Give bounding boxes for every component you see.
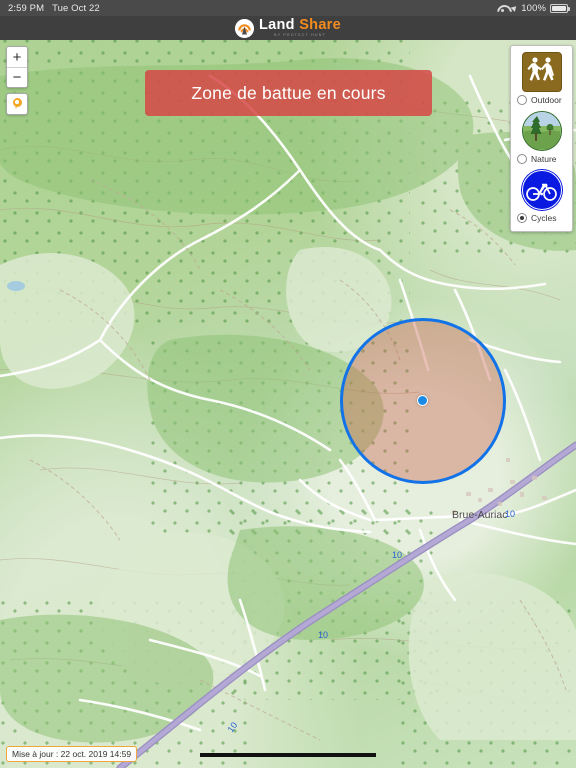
map-controls: + − xyxy=(6,46,28,115)
hunting-zone-alert-banner[interactable]: Zone de battue en cours xyxy=(145,70,432,116)
brand-tagline: BY PROTECT HUNT xyxy=(274,33,326,38)
zoom-in-button[interactable]: + xyxy=(7,47,27,67)
brand-word-share: Share xyxy=(299,17,341,34)
locate-me-button[interactable] xyxy=(6,93,28,115)
radio-nature[interactable] xyxy=(517,154,527,164)
radio-outdoor[interactable] xyxy=(517,95,527,105)
map-place-label: Brue-Auriac xyxy=(452,509,507,521)
road-shield-label: 10 xyxy=(505,509,515,519)
app-header: Land Share BY PROTECT HUNT xyxy=(0,16,576,40)
map-layer-panel: Outdoor Nature Cycles xyxy=(510,45,573,232)
hikers-sign-icon[interactable] xyxy=(521,52,562,92)
road-shield-label: 10 xyxy=(225,720,239,734)
layer-radio-row-cycles[interactable]: Cycles xyxy=(515,213,568,223)
layer-label-cycles: Cycles xyxy=(531,213,557,223)
road-shield-label: 10 xyxy=(318,630,328,640)
land-share-logo-icon xyxy=(235,18,254,38)
layer-radio-row-outdoor[interactable]: Outdoor xyxy=(515,95,568,105)
layer-option-nature[interactable]: Nature xyxy=(515,111,568,164)
brand-title: Land Share xyxy=(259,18,341,33)
brand: Land Share BY PROTECT HUNT xyxy=(235,18,341,38)
layer-label-outdoor: Outdoor xyxy=(531,95,562,105)
layer-option-cycles[interactable]: Cycles xyxy=(515,170,568,223)
alert-banner-text: Zone de battue en cours xyxy=(191,82,386,103)
bicycle-sign-icon[interactable] xyxy=(521,170,562,210)
layer-option-outdoor[interactable]: Outdoor xyxy=(515,52,568,105)
zoom-control-group: + − xyxy=(6,46,28,88)
layer-label-nature: Nature xyxy=(531,154,557,164)
road-shield-label: 10 xyxy=(392,550,402,560)
wifi-icon xyxy=(497,4,508,13)
status-time: 2:59 PM xyxy=(8,2,45,14)
status-bar-right: 100% xyxy=(497,2,570,14)
map-pin-icon xyxy=(12,97,22,111)
brand-text: Land Share BY PROTECT HUNT xyxy=(259,18,341,38)
battery-full-icon xyxy=(550,3,570,13)
map-canvas[interactable]: Brue-Auriac 10 10 10 10 + − Zone de batt… xyxy=(0,40,576,768)
last-update-badge: Mise à jour : 22 oct. 2019 14:59 xyxy=(6,746,138,762)
map-scale-bar xyxy=(200,753,376,757)
status-bar-left: 2:59 PM Tue Oct 22 xyxy=(8,3,100,14)
brand-word-land: Land xyxy=(259,17,295,34)
ios-status-bar: 2:59 PM Tue Oct 22 100% xyxy=(0,0,576,16)
zoom-out-button[interactable]: − xyxy=(7,67,27,87)
layer-radio-row-nature[interactable]: Nature xyxy=(515,154,568,164)
user-location-dot xyxy=(417,395,428,406)
battery-percent: 100% xyxy=(521,2,546,14)
location-arrow-icon xyxy=(510,4,519,12)
app-root: 2:59 PM Tue Oct 22 100% Land Share BY PR… xyxy=(0,0,576,768)
status-date: Tue Oct 22 xyxy=(52,2,100,14)
nature-landscape-icon[interactable] xyxy=(521,111,562,151)
radio-cycles[interactable] xyxy=(517,213,527,223)
